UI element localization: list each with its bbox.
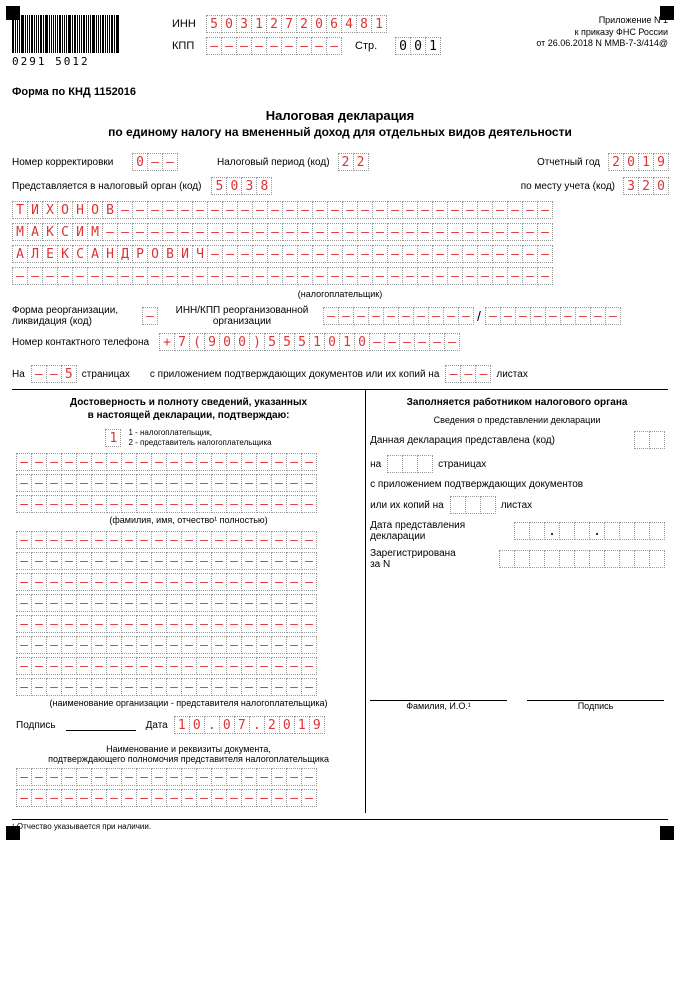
official-code-field[interactable] [634, 431, 664, 449]
rep-doc-field[interactable]: –––––––––––––––––––– [16, 768, 361, 786]
date-field[interactable]: 10.07.2019 [174, 716, 324, 734]
page-count-field[interactable]: ––5 [31, 365, 76, 383]
official-reg-field[interactable] [499, 550, 664, 568]
official-name-line[interactable] [370, 690, 507, 701]
official-attach-field[interactable] [450, 496, 495, 514]
official-pages-field[interactable] [387, 455, 432, 473]
who-field[interactable]: 1 [105, 429, 120, 447]
year-field[interactable]: 2019 [608, 153, 668, 171]
organ-field[interactable]: 5038 [211, 177, 271, 195]
period-label: Налоговый период (код) [217, 157, 330, 168]
reorg-label: Форма реорганизации,ликвидация (код) [12, 305, 142, 327]
reorg-kpp-field[interactable]: ––––––––– [485, 307, 620, 325]
signature-line[interactable] [66, 720, 136, 731]
kpp-field[interactable]: ––––––––– [206, 37, 341, 55]
phone-field[interactable]: +7(900)5551010–––––– [159, 333, 459, 351]
rep-org-field[interactable]: –––––––––––––––––––– [16, 531, 361, 549]
kpp-label: КПП [172, 40, 206, 52]
corner-marker [660, 6, 674, 20]
barcode-number: 0291 5012 [12, 55, 142, 68]
correction-field[interactable]: 0–– [132, 153, 177, 171]
correction-label: Номер корректировки [12, 157, 132, 168]
taxpayer-label: (налогоплательщик) [12, 289, 668, 299]
inn-label: ИНН [172, 18, 206, 30]
footnote: ¹ Отчество указывается при наличии. [12, 819, 668, 831]
year-label: Отчетный год [537, 157, 600, 168]
period-field[interactable]: 22 [338, 153, 368, 171]
doc-title: Налоговая декларация [12, 108, 668, 123]
place-field[interactable]: 320 [623, 177, 668, 195]
fio-block[interactable]: ТИХОНОВ––––––––––––––––––––––––––––– МАК… [12, 201, 668, 285]
organ-label: Представляется в налоговый орган (код) [12, 181, 201, 192]
barcode-icon [12, 15, 142, 53]
official-section: Заполняется работником налогового органа… [366, 390, 668, 813]
pages-on-label: На [12, 369, 25, 380]
official-sign-line[interactable] [527, 690, 664, 701]
place-label: по месту учета (код) [521, 181, 615, 192]
signature-label: Подпись [16, 720, 56, 731]
page-label: Стр. [355, 40, 389, 52]
corner-marker [6, 826, 20, 840]
barcode-block: 0291 5012 [12, 15, 142, 68]
appendix-note: Приложение N 1 к приказу ФНС России от 2… [536, 15, 668, 50]
corner-marker [6, 6, 20, 20]
reorg-inn-label: ИНН/КПП реорганизованнойорганизации [167, 305, 317, 327]
doc-subtitle: по единому налогу на вмененный доход для… [12, 125, 668, 139]
form-code: Форма по КНД 1152016 [12, 86, 668, 98]
date-label: Дата [146, 720, 168, 731]
attach-count-field[interactable]: ––– [445, 365, 490, 383]
official-date-field[interactable]: .. [514, 522, 664, 540]
reorg-code-field[interactable] [142, 307, 157, 325]
inn-field[interactable]: 503127206481 [206, 15, 386, 33]
corner-marker [660, 826, 674, 840]
reorg-inn-field[interactable]: –––––––––– [323, 307, 473, 325]
phone-label: Номер контактного телефона [12, 337, 149, 348]
rep-fio-field[interactable]: –––––––––––––––––––– [16, 453, 361, 471]
page-field: 001 [395, 37, 440, 55]
confirmation-section: Достоверность и полноту сведений, указан… [12, 390, 366, 813]
